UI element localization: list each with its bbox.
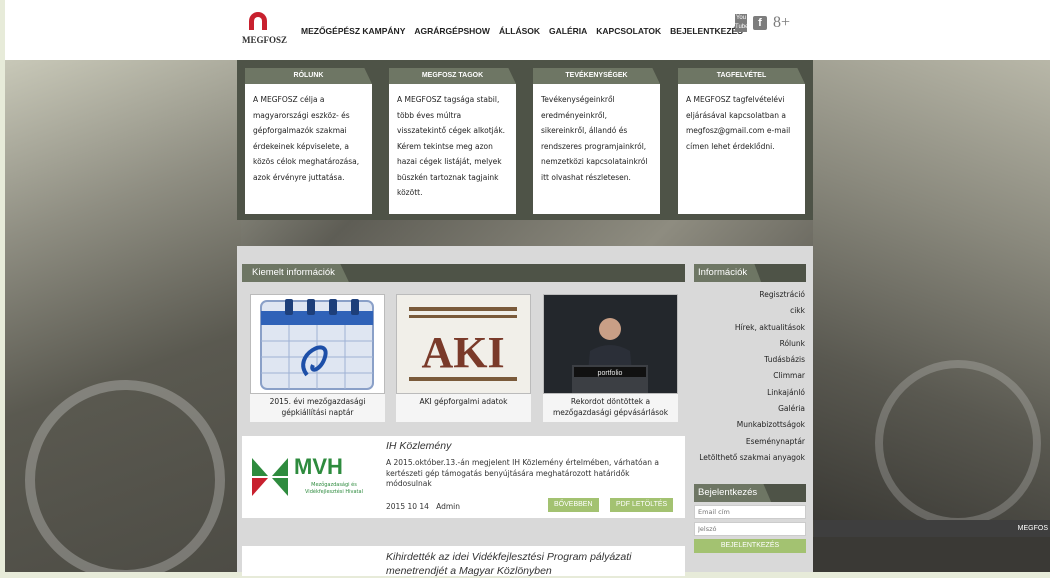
sidebar-item-rolunk[interactable]: Rólunk [694, 336, 806, 352]
column-tagok: MEGFOSZ TAGOK A MEGFOSZ tagsága stabil, … [389, 68, 516, 214]
social-links: You Tube f 8+ [735, 14, 790, 32]
mvh-logo: MVH Mezőgazdasági és Vidékfejlesztési Hi… [250, 452, 374, 506]
login-heading: Bejelentkezés [694, 484, 772, 502]
column-tevekenysegek: TEVÉKENYSÉGEK Tevékenységeinkről eredmén… [533, 68, 660, 214]
news-description: A 2015.október.13.-án megjelent IH Közle… [386, 458, 659, 488]
footer-strip: MEGFOS [814, 520, 1050, 537]
login-button[interactable]: BEJELENTKEZÉS [694, 539, 806, 553]
sidebar-item-linkajanlo[interactable]: Linkajánló [694, 385, 806, 401]
card-caption[interactable]: AKI gépforgalmi adatok [396, 396, 531, 407]
header-bar: MEGFOSZ MEZŐGÉPÉSZ KAMPÁNY AGRÁRGÉPSHOW … [5, 0, 1050, 60]
column-text: Tevékenységeinkről eredményeinkről, sike… [533, 84, 660, 214]
background-bottom-right [813, 537, 1050, 572]
logo-text: MEGFOSZ [242, 35, 288, 45]
pdf-download-button[interactable]: PDF LETÖLTÉS [610, 498, 674, 512]
calendar-icon [260, 299, 374, 390]
nav-item-allasok[interactable]: ÁLLÁSOK [499, 26, 540, 36]
news-title[interactable]: Kihirdették az idei Vidékfejlesztési Pro… [386, 550, 676, 578]
youtube-icon[interactable]: You Tube [735, 14, 748, 32]
featured-heading: Kiemelt információk [242, 264, 349, 282]
featured-card-rekord[interactable]: portfolio Rekordot döntöttek a mezőgazda… [543, 294, 678, 422]
sidebar-item-esemenynaptar[interactable]: Eseménynaptár [694, 434, 806, 450]
info-columns-panel: RÓLUNK A MEGFOSZ célja a magyarországi e… [237, 60, 813, 220]
aki-logo-image: AKI [396, 294, 531, 394]
sidebar-item-letoltheto[interactable]: Letölthető szakmai anyagok [694, 450, 806, 466]
column-title[interactable]: RÓLUNK [245, 68, 372, 84]
aki-logo-text: AKI [421, 328, 504, 377]
column-tagfelvetel: TAGFELVÉTEL A MEGFOSZ tagfelvételévi elj… [678, 68, 805, 214]
background-gear-right [875, 360, 1041, 526]
featured-header: Kiemelt információk [242, 264, 685, 282]
login-box: Bejelentkezés BEJELENTKEZÉS [694, 484, 806, 553]
facebook-icon[interactable]: f [753, 16, 767, 30]
calendar-image [250, 294, 385, 394]
login-header: Bejelentkezés [694, 484, 806, 502]
column-title[interactable]: TAGFELVÉTEL [678, 68, 805, 84]
card-caption[interactable]: Rekordot döntöttek a mezőgazdasági gépvá… [543, 396, 678, 418]
sidebar-item-tudasbazis[interactable]: Tudásbázis [694, 352, 806, 368]
nav-item-kampany[interactable]: MEZŐGÉPÉSZ KAMPÁNY [301, 26, 405, 36]
column-rolunk: RÓLUNK A MEGFOSZ célja a magyarországi e… [245, 68, 372, 214]
logo-arc-icon [249, 12, 267, 30]
speaker-photo: portfolio [543, 294, 678, 394]
read-more-button[interactable]: BŐVEBBEN [548, 498, 599, 512]
column-text: A MEGFOSZ célja a magyarországi eszköz- … [245, 84, 372, 214]
nav-item-bejelentkezes[interactable]: BEJELENTKEZÉS [670, 26, 743, 36]
nav-item-kapcsolatok[interactable]: KAPCSOLATOK [596, 26, 661, 36]
email-field[interactable] [694, 505, 806, 519]
sidebar-item-regisztracio[interactable]: Regisztráció [694, 287, 806, 303]
podium-sign-text: portfolio [598, 370, 623, 377]
nav-item-galeria[interactable]: GALÉRIA [549, 26, 587, 36]
column-text: A MEGFOSZ tagfelvételévi eljárásával kap… [678, 84, 805, 214]
main-nav: MEZŐGÉPÉSZ KAMPÁNY AGRÁRGÉPSHOW ÁLLÁSOK … [301, 26, 743, 36]
password-field[interactable] [694, 522, 806, 536]
news-title[interactable]: IH Közlemény [386, 440, 451, 452]
news-author: Admin [436, 502, 461, 511]
sidebar-item-climmar[interactable]: Climmar [694, 368, 806, 384]
megfosz-logo[interactable]: MEGFOSZ [242, 12, 287, 50]
speaker-photo-illustration: portfolio [544, 295, 677, 393]
featured-card-calendar[interactable]: 2015. évi mezőgazdasági gépkiállítási na… [250, 294, 385, 422]
sidebar-item-munkabizottsagok[interactable]: Munkabizottságok [694, 417, 806, 433]
aki-logo-icon: AKI [409, 307, 517, 381]
nav-item-agrargepshow[interactable]: AGRÁRGÉPSHOW [414, 26, 490, 36]
column-title[interactable]: MEGFOSZ TAGOK [389, 68, 516, 84]
google-plus-icon[interactable]: 8+ [773, 14, 790, 32]
column-text: A MEGFOSZ tagsága stabil, több éves múlt… [389, 84, 516, 214]
card-caption[interactable]: 2015. évi mezőgazdasági gépkiállítási na… [250, 396, 385, 418]
info-sidebar: Információk Regisztráció cikk Hírek, akt… [694, 264, 806, 467]
column-title[interactable]: TEVÉKENYSÉGEK [533, 68, 660, 84]
sidebar-item-cikk[interactable]: cikk [694, 303, 806, 319]
sidebar-list: Regisztráció cikk Hírek, aktualitások Ró… [694, 282, 806, 467]
sidebar-item-galeria[interactable]: Galéria [694, 401, 806, 417]
sidebar-item-hirek[interactable]: Hírek, aktualitások [694, 320, 806, 336]
mvh-logo-subtext: Mezőgazdasági és Vidékfejlesztési Hivata… [305, 482, 363, 495]
news-meta: 2015 10 14 Admin [386, 502, 460, 511]
sidebar-heading: Információk [694, 264, 762, 282]
mvh-logo-icon [252, 458, 288, 496]
sidebar-header: Információk [694, 264, 806, 282]
background-wheel [25, 380, 225, 572]
mvh-logo-text: MVH [294, 454, 343, 479]
news-date: 2015 10 14 [386, 502, 429, 511]
news-item: MVH Mezőgazdasági és Vidékfejlesztési Hi… [242, 436, 685, 518]
featured-card-aki[interactable]: AKI AKI gépforgalmi adatok [396, 294, 531, 422]
